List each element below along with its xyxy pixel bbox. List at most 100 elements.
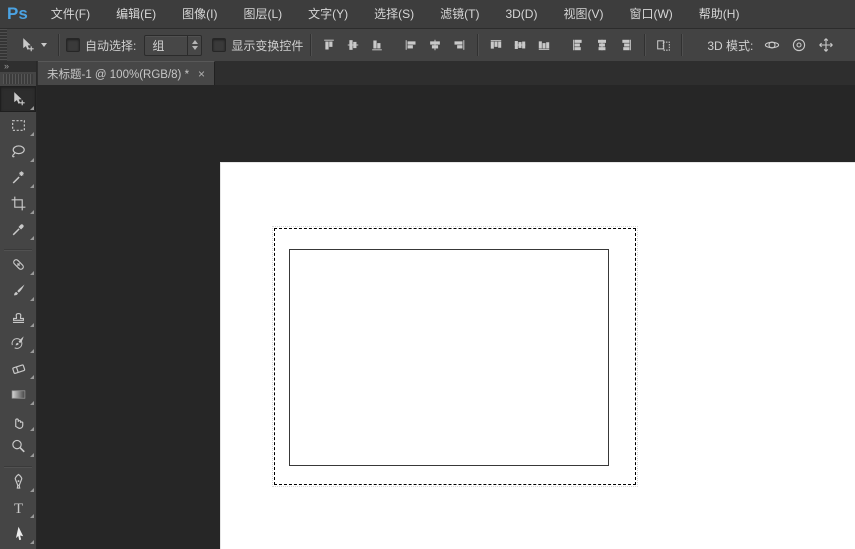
align-left-edges-icon[interactable] <box>400 34 422 56</box>
tool-marquee[interactable] <box>0 112 36 138</box>
tool-flyout-corner <box>30 453 34 457</box>
menu-bar: Ps 文件(F) 编辑(E) 图像(I) 图层(L) 文字(Y) 选择(S) 滤镜(T) 3D… <box>0 0 855 29</box>
tool-smudge[interactable] <box>0 407 36 433</box>
auto-select-checkbox[interactable] <box>66 38 80 52</box>
menu-item-window[interactable]: 窗口(W) <box>616 0 685 28</box>
tool-flyout-corner <box>30 271 34 275</box>
tool-eraser[interactable] <box>0 355 36 381</box>
distribute-top-edges-icon[interactable] <box>485 34 507 56</box>
tool-gradient[interactable] <box>0 381 36 407</box>
auto-select-label: 自动选择: <box>85 38 137 53</box>
show-transform-checkbox[interactable] <box>212 38 227 52</box>
3d-roll-icon[interactable] <box>788 34 810 56</box>
tool-flyout-corner <box>30 184 34 188</box>
align-top-edges-icon[interactable] <box>318 34 340 56</box>
tool-flyout-corner <box>30 514 34 518</box>
tool-flyout-corner <box>30 236 34 240</box>
panel-grip[interactable] <box>3 74 33 84</box>
panel-collapse-button[interactable]: » <box>0 61 36 72</box>
tool-dodge[interactable] <box>0 433 36 459</box>
tool-flyout-corner <box>30 210 34 214</box>
options-bar-grip[interactable] <box>0 29 7 61</box>
tool-eyedropper[interactable] <box>0 216 36 242</box>
tool-group-separator <box>4 460 32 467</box>
3d-pan-icon[interactable] <box>815 34 837 56</box>
dropdown-stepper-icon <box>187 35 201 55</box>
tool-flyout-corner <box>30 375 34 379</box>
align-vertical-centers-icon[interactable] <box>342 34 364 56</box>
document-tab-bar: 未标题-1 @ 100%(RGB/8) * × <box>36 61 855 85</box>
document-canvas[interactable] <box>220 162 855 549</box>
separator <box>477 34 479 56</box>
menu-item-layer[interactable]: 图层(L) <box>230 0 295 28</box>
separator <box>644 34 646 56</box>
auto-align-layers-icon[interactable] <box>652 34 674 56</box>
align-right-edges-icon[interactable] <box>448 34 470 56</box>
tool-history-brush[interactable] <box>0 329 36 355</box>
auto-align-slot <box>652 34 674 56</box>
photoshop-window: Ps 文件(F) 编辑(E) 图像(I) 图层(L) 文字(Y) 选择(S) 滤镜(T) 3D… <box>0 0 855 549</box>
separator <box>58 34 59 56</box>
document-tab-title: 未标题-1 @ 100%(RGB/8) * <box>47 68 190 81</box>
distribute-horizontal-centers-icon[interactable] <box>591 34 613 56</box>
menu-item-type[interactable]: 文字(Y) <box>295 0 361 28</box>
dropdown-value: 组 <box>152 38 165 53</box>
menu-item-image[interactable]: 图像(I) <box>169 0 230 28</box>
move-tool-icon <box>19 37 36 54</box>
tool-magic-wand[interactable] <box>0 164 36 190</box>
current-tool-preset[interactable] <box>15 37 51 54</box>
tool-clone-stamp[interactable] <box>0 303 36 329</box>
tool-path-selection[interactable] <box>0 520 36 546</box>
tool-flyout-corner <box>30 158 34 162</box>
auto-select-target-dropdown[interactable]: 组 <box>144 34 203 56</box>
tool-flyout-corner <box>30 297 34 301</box>
tool-lasso[interactable] <box>0 138 36 164</box>
tool-type[interactable]: T <box>0 494 36 520</box>
tool-flyout-corner <box>30 540 34 544</box>
align-horizontal-centers-icon[interactable] <box>424 34 446 56</box>
canvas-work-area[interactable] <box>36 85 855 549</box>
3d-mode-label: 3D 模式: <box>707 38 754 53</box>
tools-panel: » T <box>0 61 37 549</box>
tool-flyout-corner <box>30 488 34 492</box>
3d-rotate-icon[interactable] <box>761 34 783 56</box>
tool-flyout-corner <box>30 401 34 405</box>
distribute-left-edges-icon[interactable] <box>567 34 589 56</box>
distribute-right-edges-icon[interactable] <box>615 34 637 56</box>
distribute-vertical-centers-icon[interactable] <box>509 34 531 56</box>
distribute-buttons <box>485 34 637 56</box>
menu-item-select[interactable]: 选择(S) <box>361 0 427 28</box>
separator <box>310 34 312 56</box>
tool-flyout-corner <box>30 323 34 327</box>
photoshop-logo: Ps <box>7 4 28 23</box>
menu-list: 文件(F) 编辑(E) 图像(I) 图层(L) 文字(Y) 选择(S) 滤镜(T) 3D(D)… <box>38 0 753 28</box>
chevron-down-icon <box>41 43 47 47</box>
tool-pen[interactable] <box>0 468 36 494</box>
tool-list: T <box>0 86 36 549</box>
tool-group-separator <box>4 243 32 250</box>
tool-flyout-corner <box>30 349 34 353</box>
distribute-bottom-edges-icon[interactable] <box>533 34 555 56</box>
menu-item-filter[interactable]: 滤镜(T) <box>427 0 492 28</box>
options-bar: 自动选择: 组 显示变换控件 3D 模式: <box>0 29 855 62</box>
drawn-rectangle-outline <box>289 249 609 466</box>
tool-move[interactable] <box>0 86 36 112</box>
tab-close-icon[interactable]: × <box>198 68 205 80</box>
tool-flyout-corner <box>30 132 34 136</box>
tool-spot-healing[interactable] <box>0 251 36 277</box>
menu-item-file[interactable]: 文件(F) <box>38 0 103 28</box>
tool-brush[interactable] <box>0 277 36 303</box>
document-tab[interactable]: 未标题-1 @ 100%(RGB/8) * × <box>38 61 216 85</box>
3d-mode-buttons <box>761 34 837 56</box>
tool-crop[interactable] <box>0 190 36 216</box>
menu-item-view[interactable]: 视图(V) <box>550 0 616 28</box>
align-buttons <box>318 34 470 56</box>
tool-flyout-corner <box>30 427 34 431</box>
svg-text:T: T <box>13 500 22 515</box>
align-bottom-edges-icon[interactable] <box>366 34 388 56</box>
tool-flyout-corner <box>30 106 34 110</box>
show-transform-label: 显示变换控件 <box>231 38 304 53</box>
menu-item-edit[interactable]: 编辑(E) <box>103 0 169 28</box>
menu-item-3d[interactable]: 3D(D) <box>492 0 550 28</box>
menu-item-help[interactable]: 帮助(H) <box>686 0 753 28</box>
